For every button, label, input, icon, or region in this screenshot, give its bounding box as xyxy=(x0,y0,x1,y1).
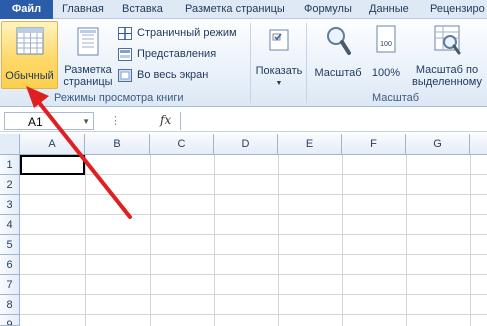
column-gridline xyxy=(342,155,343,326)
column-header-g[interactable]: G xyxy=(406,134,470,155)
formula-bar: A1 ▼ ⋮ fx xyxy=(0,110,487,132)
zoom-button[interactable]: Масштаб xyxy=(312,21,364,79)
name-box[interactable]: A1 ▼ xyxy=(4,112,94,130)
custom-views-label: Представления xyxy=(137,48,217,60)
zoom-label: Масштаб xyxy=(314,67,362,79)
normal-view-button[interactable]: Обычный xyxy=(1,21,58,89)
column-header-f[interactable]: F xyxy=(342,134,406,155)
row-header-2[interactable]: 2 xyxy=(0,175,20,195)
zoom-group-label: Масштаб xyxy=(372,92,420,104)
spreadsheet-grid: A B C D E F G 1 2 3 4 5 6 7 8 9 xyxy=(0,134,487,326)
selected-cell-a1[interactable] xyxy=(20,155,85,175)
tab-insert[interactable]: Вставка xyxy=(122,0,163,19)
name-box-value: A1 xyxy=(28,115,43,129)
page-break-icon xyxy=(118,27,132,40)
page-layout-view-button[interactable]: Разметка страницы xyxy=(60,21,116,88)
row-header-6[interactable]: 6 xyxy=(0,255,20,275)
page-break-label: Страничный режим xyxy=(137,27,237,39)
column-gridline xyxy=(85,155,86,326)
zoom-100-button[interactable]: 100 100% xyxy=(366,21,406,79)
column-header-a[interactable]: A xyxy=(20,134,85,155)
full-screen-icon xyxy=(118,69,132,82)
normal-view-label: Обычный xyxy=(5,70,54,82)
page-layout-label-line2: страницы xyxy=(63,76,113,88)
zoom-100-label: 100% xyxy=(371,67,401,79)
normal-view-icon xyxy=(16,27,43,55)
row-header-9[interactable]: 9 xyxy=(0,315,20,326)
views-group-label: Режимы просмотра книги xyxy=(54,92,184,104)
show-icon xyxy=(269,29,289,51)
row-header-7[interactable]: 7 xyxy=(0,275,20,295)
tab-data[interactable]: Данные xyxy=(369,0,409,19)
column-gridline xyxy=(278,155,279,326)
name-box-dropdown-icon[interactable]: ▼ xyxy=(82,117,90,126)
show-dropdown-icon: ▼ xyxy=(275,80,283,87)
tab-file[interactable]: Файл xyxy=(0,0,53,19)
column-header-c[interactable]: C xyxy=(150,134,214,155)
group-separator xyxy=(306,23,307,103)
cell-area[interactable] xyxy=(20,155,487,326)
group-separator xyxy=(250,23,251,103)
zoom-to-selection-button[interactable]: Масштаб по выделенному xyxy=(410,21,484,88)
column-header-e[interactable]: E xyxy=(278,134,342,155)
column-gridline xyxy=(406,155,407,326)
column-header-b[interactable]: B xyxy=(85,134,150,155)
zoom-100-icon: 100 xyxy=(376,25,396,53)
zoom-selection-label-line1: Масштаб по xyxy=(415,64,479,76)
show-button[interactable]: Показать ▼ xyxy=(254,21,304,90)
column-header-h[interactable] xyxy=(470,134,487,155)
formula-input[interactable] xyxy=(180,112,487,130)
svg-text:100: 100 xyxy=(380,41,392,48)
ribbon: Обычный Разметка страницы Страничный реж… xyxy=(0,19,487,107)
formula-bar-splitter-icon[interactable]: ⋮ xyxy=(110,114,122,127)
row-header-3[interactable]: 3 xyxy=(0,195,20,215)
magnifier-icon xyxy=(327,27,351,55)
column-gridline xyxy=(470,155,471,326)
row-header-5[interactable]: 5 xyxy=(0,235,20,255)
row-header-8[interactable]: 8 xyxy=(0,295,20,315)
tab-review[interactable]: Рецензиро xyxy=(430,0,485,19)
custom-views-icon xyxy=(118,48,132,61)
tab-home[interactable]: Главная xyxy=(62,0,104,19)
tab-page-layout[interactable]: Разметка страницы xyxy=(185,0,285,19)
insert-function-icon[interactable]: fx xyxy=(160,113,171,127)
tab-formulas[interactable]: Формулы xyxy=(304,0,352,19)
show-label: Показать xyxy=(255,65,303,77)
column-gridline xyxy=(150,155,151,326)
page-layout-icon xyxy=(77,27,99,56)
page-layout-label-line1: Разметка xyxy=(64,64,112,76)
row-header-4[interactable]: 4 xyxy=(0,215,20,235)
select-all-corner[interactable] xyxy=(0,134,20,155)
zoom-to-selection-icon xyxy=(434,25,461,55)
column-header-d[interactable]: D xyxy=(214,134,278,155)
row-header-1[interactable]: 1 xyxy=(0,155,20,175)
zoom-selection-label-line2: выделенному xyxy=(412,76,482,88)
column-gridline xyxy=(214,155,215,326)
ribbon-tab-bar: Файл Главная Вставка Разметка страницы Ф… xyxy=(0,0,487,19)
full-screen-label: Во весь экран xyxy=(137,69,209,81)
